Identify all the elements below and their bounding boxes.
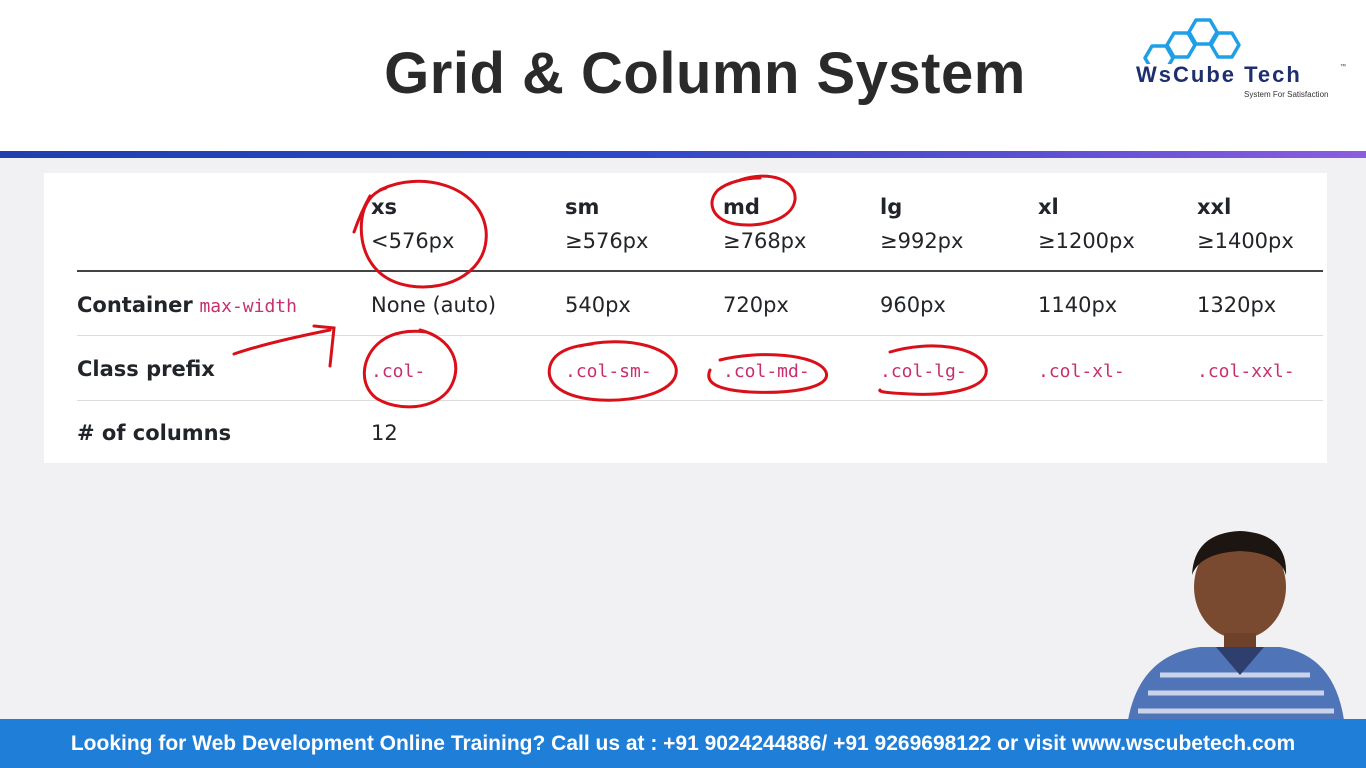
header-divider: [77, 270, 1323, 272]
bp-width-lg: ≥992px: [880, 229, 964, 253]
logo-hexagons-icon: [1143, 18, 1241, 64]
bp-width-xs: <576px: [371, 229, 455, 253]
columns-value: 12: [371, 421, 398, 445]
row-label-columns: # of columns: [77, 421, 232, 445]
container-value-lg: 960px: [880, 293, 946, 317]
bp-width-xxl: ≥1400px: [1197, 229, 1294, 253]
row-label-container: Container max-width: [77, 293, 297, 317]
bp-width-sm: ≥576px: [565, 229, 649, 253]
footer-banner: Looking for Web Development Online Train…: [0, 719, 1366, 768]
container-value-xl: 1140px: [1038, 293, 1118, 317]
accent-bar: [0, 151, 1366, 158]
prefix-lg: .col-lg-: [880, 361, 967, 382]
container-label-code: max-width: [199, 296, 297, 317]
bp-name-xs: xs: [371, 195, 398, 219]
container-value-xxl: 1320px: [1197, 293, 1277, 317]
bp-name-xxl: xxl: [1197, 195, 1232, 219]
row-divider: [77, 335, 1323, 336]
prefix-xl: .col-xl-: [1038, 361, 1125, 382]
slide-header: Grid & Column System WsCube Tech ™ Syste…: [0, 0, 1366, 152]
prefix-xxl: .col-xxl-: [1197, 361, 1295, 382]
bp-width-md: ≥768px: [723, 229, 807, 253]
bp-name-xl: xl: [1038, 195, 1059, 219]
wscube-logo: WsCube Tech ™ System For Satisfaction: [1134, 16, 1350, 104]
logo-wordmark: WsCube Tech: [1136, 62, 1302, 87]
container-value-sm: 540px: [565, 293, 631, 317]
row-divider: [77, 400, 1323, 401]
bp-name-md: md: [723, 195, 760, 219]
bp-name-lg: lg: [880, 195, 903, 219]
prefix-xs: .col-: [371, 361, 426, 382]
logo-trademark: ™: [1340, 64, 1346, 70]
prefix-md: .col-md-: [723, 361, 810, 382]
prefix-sm: .col-sm-: [565, 361, 652, 382]
footer-text: Looking for Web Development Online Train…: [70, 732, 1296, 755]
row-label-class-prefix: Class prefix: [77, 357, 215, 381]
logo-tagline: System For Satisfaction: [1244, 90, 1329, 99]
bp-width-xl: ≥1200px: [1038, 229, 1135, 253]
bp-name-sm: sm: [565, 195, 600, 219]
presenter-video: [1128, 531, 1344, 720]
container-value-xs: None (auto): [371, 293, 497, 317]
breakpoint-table: xs sm md lg xl xxl <576px ≥576px ≥768px …: [44, 173, 1327, 463]
container-label: Container: [77, 293, 193, 317]
container-value-md: 720px: [723, 293, 789, 317]
